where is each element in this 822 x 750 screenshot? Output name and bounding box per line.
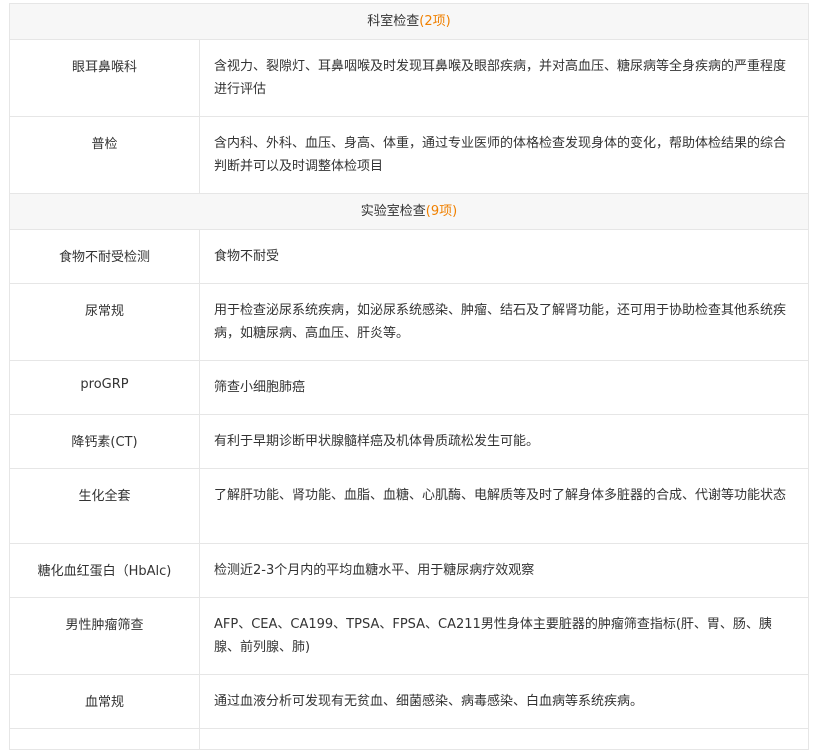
exam-desc: 筛查小细胞肺癌 <box>199 360 809 415</box>
exam-name: 血常规 <box>9 674 200 729</box>
table-row: 普检 含内科、外科、血压、身高、体重，通过专业医师的体格检查发现身体的变化，帮助… <box>9 116 809 194</box>
exam-name: 眼耳鼻喉科 <box>9 39 200 117</box>
exam-name: 降钙素(CT) <box>9 414 200 469</box>
exam-name: 男性肿瘤筛查 <box>9 597 200 675</box>
section-count: (9项) <box>425 204 458 219</box>
section-count: (2项) <box>419 14 451 29</box>
section-header-lab: 实验室检查(9项) <box>9 193 809 230</box>
table-row: 糖化血红蛋白（HbAlc) 检测近2-3个月内的平均血糖水平、用于糖尿病疗效观察 <box>9 543 809 598</box>
exam-desc: 检测近2-3个月内的平均血糖水平、用于糖尿病疗效观察 <box>199 543 809 598</box>
table-row: 血常规 通过血液分析可发现有无贫血、细菌感染、病毒感染、白血病等系统疾病。 <box>9 674 809 729</box>
section-header-dept: 科室检查(2项) <box>9 3 809 40</box>
exam-name: 生化全套 <box>9 468 200 544</box>
exam-name: 糖化血红蛋白（HbAlc) <box>9 543 200 598</box>
exam-desc: 了解肝功能、肾功能、血脂、血糖、心肌酶、电解质等及时了解身体多脏器的合成、代谢等… <box>199 468 809 544</box>
exam-name: 普检 <box>9 116 200 194</box>
exam-desc: AFP、CEA、CA199、TPSA、FPSA、CA211男性身体主要脏器的肿瘤… <box>199 597 809 675</box>
exam-desc: 有利于早期诊断甲状腺髓样癌及机体骨质疏松发生可能。 <box>199 414 809 469</box>
exam-desc: 含视力、裂隙灯、耳鼻咽喉及时发现耳鼻喉及眼部疾病，并对高血压、糖尿病等全身疾病的… <box>199 39 809 117</box>
exam-desc: 含内科、外科、血压、身高、体重，通过专业医师的体格检查发现身体的变化，帮助体检结… <box>199 116 809 194</box>
exam-name: proGRP <box>9 360 200 415</box>
table-row: 降钙素(CT) 有利于早期诊断甲状腺髓样癌及机体骨质疏松发生可能。 <box>9 414 809 469</box>
table-row-partial <box>9 728 809 750</box>
table-row: 生化全套 了解肝功能、肾功能、血脂、血糖、心肌酶、电解质等及时了解身体多脏器的合… <box>9 468 809 544</box>
exam-desc: 用于检查泌尿系统疾病，如泌尿系统感染、肿瘤、结石及了解肾功能，还可用于协助检查其… <box>199 283 809 361</box>
exam-table: 科室检查(2项) 眼耳鼻喉科 含视力、裂隙灯、耳鼻咽喉及时发现耳鼻喉及眼部疾病，… <box>9 3 809 750</box>
exam-name: 尿常规 <box>9 283 200 361</box>
table-row: 食物不耐受检测 食物不耐受 <box>9 229 809 284</box>
exam-name: 食物不耐受检测 <box>9 229 200 284</box>
exam-desc: 食物不耐受 <box>199 229 809 284</box>
table-row: 眼耳鼻喉科 含视力、裂隙灯、耳鼻咽喉及时发现耳鼻喉及眼部疾病，并对高血压、糖尿病… <box>9 39 809 117</box>
table-row: proGRP 筛查小细胞肺癌 <box>9 360 809 415</box>
section-title: 科室检查 <box>367 14 420 29</box>
exam-desc: 通过血液分析可发现有无贫血、细菌感染、病毒感染、白血病等系统疾病。 <box>199 674 809 729</box>
table-row: 男性肿瘤筛查 AFP、CEA、CA199、TPSA、FPSA、CA211男性身体… <box>9 597 809 675</box>
exam-table-container: 科室检查(2项) 眼耳鼻喉科 含视力、裂隙灯、耳鼻咽喉及时发现耳鼻喉及眼部疾病，… <box>9 3 809 750</box>
section-title: 实验室检查 <box>360 204 426 219</box>
table-row: 尿常规 用于检查泌尿系统疾病，如泌尿系统感染、肿瘤、结石及了解肾功能，还可用于协… <box>9 283 809 361</box>
